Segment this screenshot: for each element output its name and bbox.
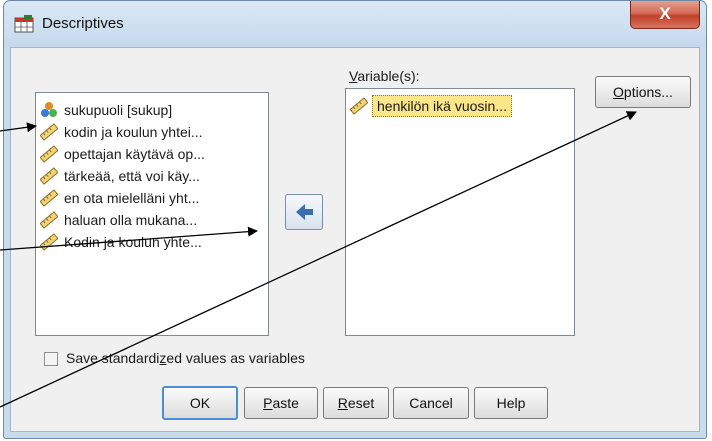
scale-ruler-icon bbox=[350, 97, 368, 115]
title-bar: Descriptives X bbox=[4, 1, 706, 47]
dialog-body: sukupuoli [sukup] kodin ja koulun yhtei.… bbox=[10, 47, 700, 432]
list-item-label: opettajan käytävä op... bbox=[64, 146, 205, 162]
list-item-label: en ota mielelläni yht... bbox=[64, 190, 200, 206]
scale-ruler-icon bbox=[40, 233, 58, 251]
list-item-label: tärkeää, että voi käy... bbox=[64, 168, 200, 184]
close-button[interactable]: X bbox=[630, 1, 700, 29]
scale-ruler-icon bbox=[40, 189, 58, 207]
cancel-button[interactable]: Cancel bbox=[393, 387, 469, 419]
variables-label: Variable(s): bbox=[349, 68, 420, 84]
scale-ruler-icon bbox=[40, 123, 58, 141]
save-standardized-label: Save standardized values as variables bbox=[66, 350, 305, 366]
reset-button[interactable]: Reset bbox=[323, 387, 389, 419]
scale-ruler-icon bbox=[40, 211, 58, 229]
source-variable-list[interactable]: sukupuoli [sukup] kodin ja koulun yhtei.… bbox=[35, 92, 269, 336]
arrow-left-icon bbox=[296, 204, 313, 220]
paste-button[interactable]: Paste bbox=[244, 387, 318, 419]
target-variable-list[interactable]: henkilön ikä vuosin... bbox=[345, 88, 575, 336]
spss-table-icon bbox=[14, 15, 34, 33]
list-item-label: henkilön ikä vuosin... bbox=[372, 95, 512, 117]
scale-ruler-icon bbox=[40, 167, 58, 185]
save-standardized-checkbox[interactable] bbox=[44, 352, 58, 366]
close-icon: X bbox=[659, 4, 671, 23]
list-item-label: sukupuoli [sukup] bbox=[64, 102, 173, 118]
scale-ruler-icon bbox=[40, 145, 58, 163]
list-item-label: Kodin ja koulun yhte... bbox=[64, 234, 202, 250]
list-item-label: haluan olla mukana... bbox=[64, 212, 198, 228]
descriptives-dialog: Descriptives X sukupuoli [sukup] kodin j… bbox=[3, 0, 707, 439]
options-button[interactable]: Options... bbox=[595, 76, 691, 108]
nominal-variable-icon bbox=[41, 102, 57, 117]
ok-button[interactable]: OK bbox=[162, 386, 238, 420]
list-item-label: kodin ja koulun yhtei... bbox=[64, 124, 203, 140]
help-button[interactable]: Help bbox=[474, 387, 548, 419]
move-variable-button[interactable] bbox=[285, 194, 323, 230]
window-title: Descriptives bbox=[42, 15, 124, 32]
